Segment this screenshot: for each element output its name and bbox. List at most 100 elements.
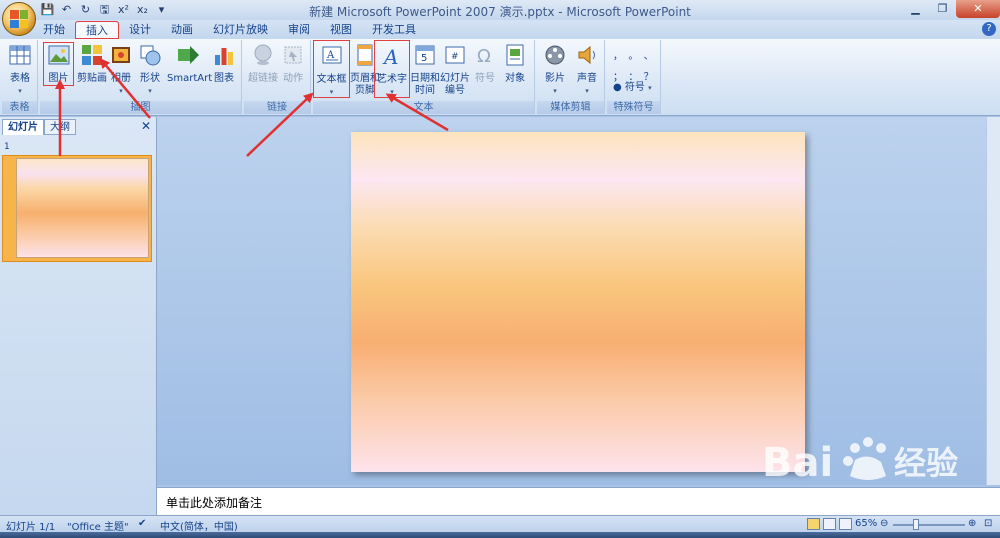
chart-button[interactable]: 图表 [211, 43, 237, 85]
tab-slideshow[interactable]: 幻灯片放映 [203, 21, 278, 39]
slide-number-label-2: 编号 [445, 85, 465, 96]
group-table: 表格 ▾ 表格 [2, 40, 38, 114]
group-media: 影片 ▾ 声音 ▾ 媒体剪辑 [537, 40, 605, 114]
sound-button[interactable]: 声音 ▾ [573, 43, 601, 97]
slide-number-label-1: 幻灯片 [440, 73, 470, 84]
symbol-comma[interactable]: ， [613, 47, 628, 62]
movie-button[interactable]: 影片 ▾ [541, 43, 569, 97]
svg-text:A: A [382, 45, 398, 68]
object-button[interactable]: 对象 [501, 43, 529, 85]
tab-animations[interactable]: 动画 [161, 21, 203, 39]
clipart-label: 剪贴画 [77, 73, 107, 84]
ribbon-tabs: 开始 插入 设计 动画 幻灯片放映 审阅 视图 开发工具 ? [0, 20, 1000, 39]
tab-insert[interactable]: 插入 [75, 21, 119, 39]
ribbon: 表格 ▾ 表格 图片 剪贴画 相册 ▾ 形状 ▾ SmartArt 图表 插图 … [0, 39, 1000, 116]
spellcheck-icon[interactable]: ✔ [138, 518, 146, 529]
window-title: 新建 Microsoft PowerPoint 2007 演示.pptx - M… [309, 5, 691, 19]
film-reel-icon [545, 45, 565, 65]
zoom-slider-thumb[interactable] [913, 519, 919, 530]
action-button[interactable]: 动作 [280, 43, 306, 85]
restore-button[interactable]: ❐ [929, 0, 956, 18]
office-button[interactable] [2, 2, 36, 36]
picture-button[interactable]: 图片 [43, 42, 74, 86]
symbol-enum-comma[interactable]: 、 [644, 47, 659, 62]
symbol-period[interactable]: 。 [628, 47, 643, 62]
group-label-table: 表格 [2, 101, 37, 114]
album-button[interactable]: 相册 ▾ [109, 43, 133, 97]
notes-placeholder: 单击此处添加备注 [166, 496, 263, 510]
datetime-label-1: 日期和 [410, 73, 440, 84]
group-label-media: 媒体剪辑 [537, 101, 604, 114]
tab-outline[interactable]: 大纲 [44, 119, 76, 135]
table-button[interactable]: 表格 ▾ [6, 43, 34, 97]
object-icon [506, 44, 524, 66]
help-icon[interactable]: ? [982, 22, 996, 36]
picture-label: 图片 [48, 73, 69, 84]
tab-design[interactable]: 设计 [119, 21, 161, 39]
chart-icon [215, 48, 233, 65]
zoom-level[interactable]: 65% [855, 518, 877, 529]
tab-slides[interactable]: 幻灯片 [2, 119, 44, 135]
datetime-button[interactable]: 5 日期和 时间 [410, 43, 440, 97]
slide-count: 幻灯片 1/1 [6, 522, 56, 533]
tab-home[interactable]: 开始 [33, 21, 75, 39]
omega-icon: Ω [477, 46, 491, 67]
shapes-button[interactable]: 形状 ▾ [136, 43, 164, 97]
symbol-button[interactable]: Ω 符号 [472, 43, 498, 85]
bullet-icon: ● [613, 82, 622, 93]
group-text: A 文本框 ▾ 页眉和 页脚 A 艺术字 ▾ 5 日期和 时间 # 幻灯片 编号… [313, 40, 535, 114]
zoom-slider[interactable] [893, 524, 965, 526]
group-illustrations: 图片 剪贴画 相册 ▾ 形状 ▾ SmartArt 图表 插图 [40, 40, 242, 114]
wordart-button[interactable]: A 艺术字 ▾ [374, 40, 410, 98]
minimize-button[interactable]: ▁ [902, 0, 929, 18]
view-buttons [807, 518, 852, 530]
language[interactable]: 中文(简体，中国) [160, 518, 238, 533]
hyperlink-button[interactable]: 超链接 [248, 43, 278, 85]
zoom-in-icon[interactable]: ⊕ [968, 518, 976, 529]
tab-developer[interactable]: 开发工具 [362, 21, 426, 39]
slide-number: 1 [4, 142, 10, 152]
tab-review[interactable]: 审阅 [278, 21, 320, 39]
slide-number-icon: # [445, 46, 465, 64]
normal-view-icon[interactable] [807, 518, 820, 530]
slide-number-button[interactable]: # 幻灯片 编号 [440, 43, 470, 97]
slide-thumbnail[interactable] [16, 158, 149, 258]
chart-label: 图表 [214, 73, 234, 84]
datetime-label-2: 时间 [415, 85, 435, 96]
smartart-icon [178, 46, 199, 64]
clipart-icon [82, 45, 102, 65]
svg-text:Ω: Ω [477, 46, 491, 67]
close-panel-icon[interactable]: ✕ [141, 119, 151, 133]
textbox-icon: A [322, 46, 341, 64]
group-label-links: 链接 [244, 101, 310, 114]
object-label: 对象 [505, 73, 525, 84]
group-label-text: 文本 [313, 101, 534, 114]
window-controls: ▁ ❐ ✕ [902, 0, 1000, 18]
tab-view[interactable]: 视图 [320, 21, 362, 39]
symbol-label: 符号 [475, 73, 495, 84]
svg-text:#: # [451, 52, 459, 62]
speaker-icon [578, 45, 595, 65]
svg-text:经验: 经验 [894, 444, 958, 482]
fit-window-icon[interactable]: ⊡ [984, 518, 992, 529]
zoom-out-icon[interactable]: ⊖ [880, 518, 888, 529]
album-label: 相册 [111, 73, 131, 84]
smartart-button[interactable]: SmartArt [167, 43, 212, 85]
slideshow-view-icon[interactable] [839, 518, 852, 530]
group-label-illustrations: 插图 [40, 101, 241, 114]
group-special-symbols: ， 。 、 ； ： ？ ● 符号 ▾ 特殊符号 [607, 40, 661, 114]
hyperlink-icon [254, 44, 272, 65]
album-icon [112, 47, 130, 63]
close-button[interactable]: ✕ [956, 0, 1000, 18]
office-logo-icon [10, 10, 28, 28]
sorter-view-icon[interactable] [823, 518, 836, 530]
shapes-icon [140, 45, 161, 66]
slide-canvas[interactable] [351, 132, 805, 472]
svg-text:A: A [326, 50, 335, 61]
table-icon [9, 45, 31, 65]
textbox-button[interactable]: A 文本框 ▾ [313, 40, 350, 98]
clipart-button[interactable]: 剪贴画 [77, 43, 107, 85]
picture-icon [48, 45, 69, 65]
watermark-url: jingyan.baidu.com [772, 488, 883, 502]
special-symbol-button[interactable]: ● 符号 ▾ [613, 78, 652, 93]
